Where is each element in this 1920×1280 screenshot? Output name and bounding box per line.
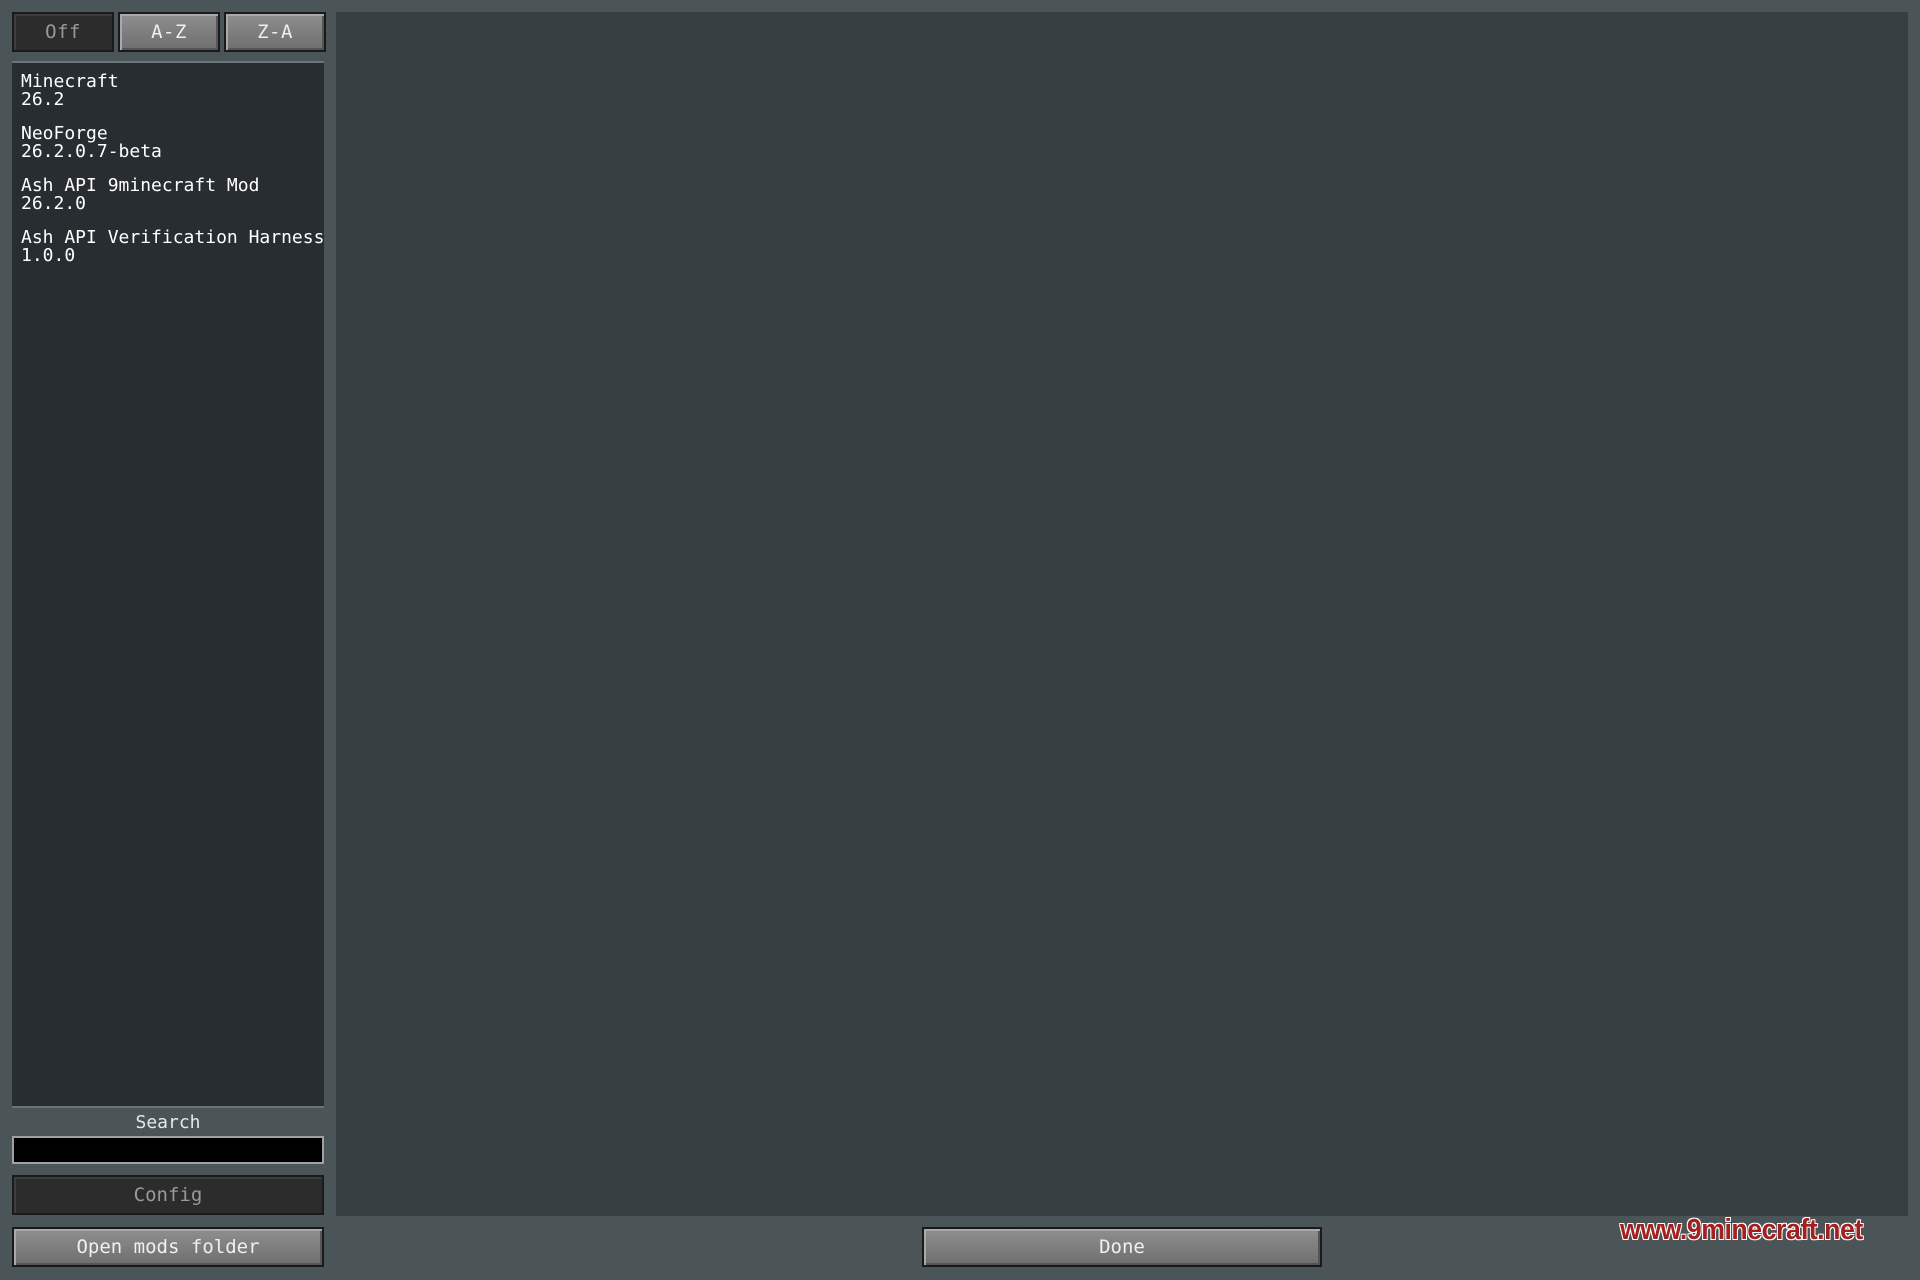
mod-version: 26.2 [21, 89, 65, 110]
watermark-text: www.9minecraft.net [1620, 1214, 1863, 1246]
mod-list-item[interactable]: NeoForge 26.2.0.7-beta [12, 125, 324, 177]
sort-z-a-button[interactable]: Z-A [224, 12, 326, 52]
search-label: Search [135, 1112, 201, 1133]
mod-name: Minecraft [21, 71, 119, 92]
search-input[interactable] [12, 1136, 324, 1164]
done-button[interactable]: Done [922, 1227, 1322, 1267]
sort-a-z-button[interactable]: A-Z [118, 12, 220, 52]
mod-version: 26.2.0 [21, 193, 87, 214]
mod-list-item[interactable]: Minecraft 26.2 [12, 73, 324, 125]
mod-version: 1.0.0 [21, 245, 76, 266]
sort-off-button[interactable]: Off [12, 12, 114, 52]
config-button[interactable]: Config [12, 1175, 324, 1215]
mod-list[interactable]: Minecraft 26.2 NeoForge 26.2.0.7-beta As… [12, 61, 324, 1108]
open-mods-folder-button[interactable]: Open mods folder [12, 1227, 324, 1267]
mod-details-panel [336, 12, 1908, 1216]
mod-list-item[interactable]: Ash API Verification Harness 1.0.0 [12, 229, 324, 281]
mod-version: 26.2.0.7-beta [21, 141, 162, 162]
mod-list-item[interactable]: Ash API 9minecraft Mod 26.2.0 [12, 177, 324, 229]
